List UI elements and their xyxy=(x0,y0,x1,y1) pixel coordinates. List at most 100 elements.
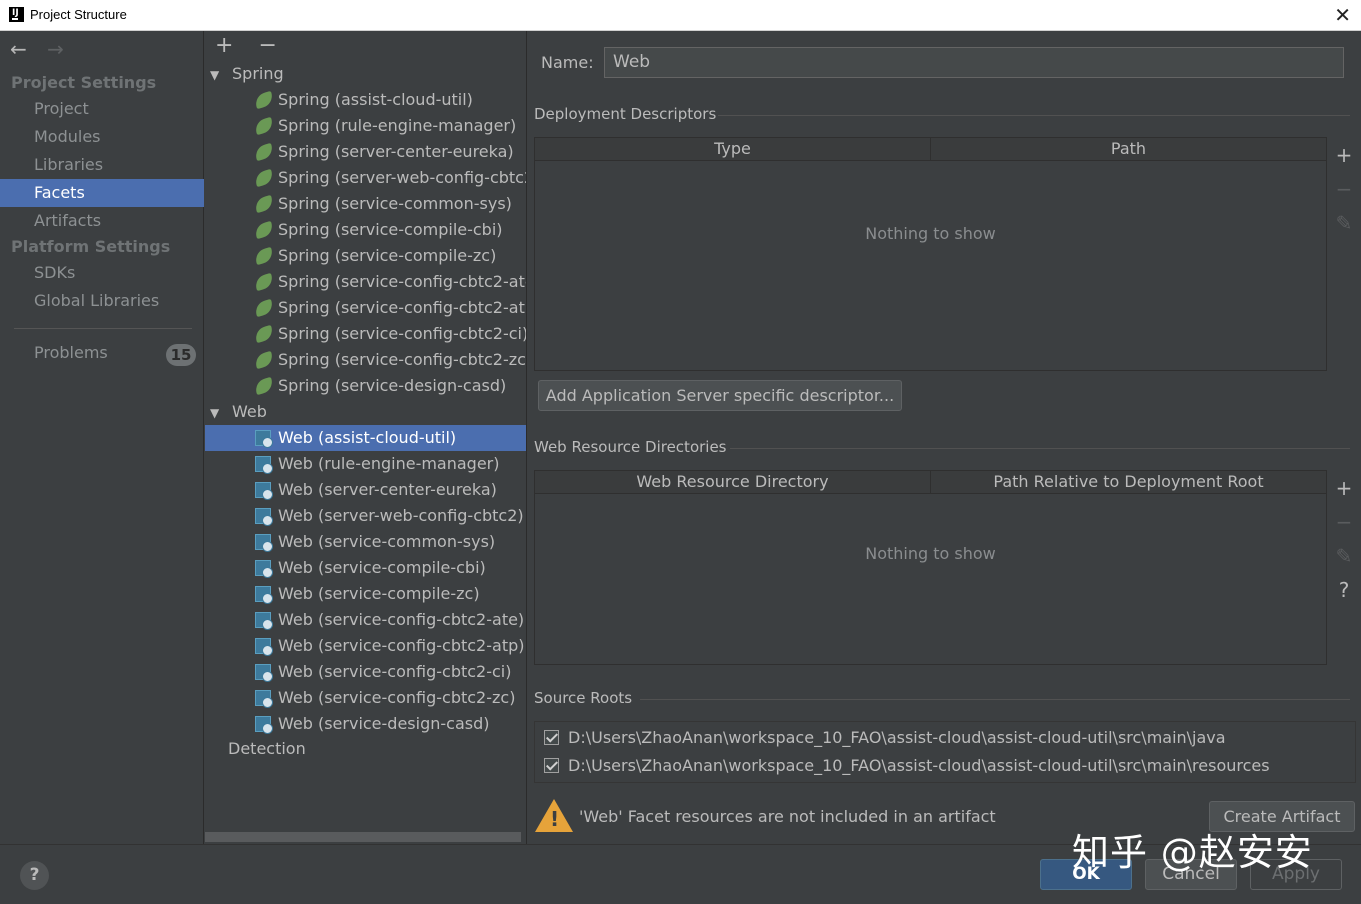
tree-item-label: Spring (service-config-cbtc2-zc) xyxy=(278,350,527,369)
detection-node[interactable]: Detection xyxy=(228,739,306,758)
edit-resource-icon[interactable]: ✎ xyxy=(1332,539,1356,573)
source-root-path: D:\Users\ZhaoAnan\workspace_10_FAO\assis… xyxy=(568,756,1270,775)
tree-toolbar: + − xyxy=(215,33,295,58)
spring-leaf-icon xyxy=(253,168,275,188)
expand-caret-icon[interactable]: ▼ xyxy=(210,400,232,426)
expand-caret-icon[interactable]: ▼ xyxy=(210,62,232,88)
tree-item[interactable]: Web (service-config-cbtc2-atp) xyxy=(205,633,526,659)
close-window-icon[interactable]: ✕ xyxy=(1334,3,1351,27)
web-facet-icon xyxy=(255,456,273,474)
spring-leaf-icon xyxy=(253,272,275,292)
tree-item[interactable]: Spring (service-config-cbtc2-zc) xyxy=(205,347,527,373)
tree-item-label: Spring (service-common-sys) xyxy=(278,194,512,213)
tree-item-label: Web (rule-engine-manager) xyxy=(278,454,500,473)
tree-item[interactable]: Spring (service-config-cbtc2-ate) xyxy=(205,269,526,295)
forward-arrow-icon[interactable]: → xyxy=(47,37,64,61)
column-type[interactable]: Type xyxy=(535,138,930,160)
spring-leaf-icon xyxy=(253,298,275,318)
source-root-checkbox[interactable] xyxy=(544,730,559,745)
spring-leaf-icon xyxy=(253,220,275,240)
tree-item[interactable]: Web (service-design-casd) xyxy=(205,711,526,737)
source-root-row[interactable]: D:\Users\ZhaoAnan\workspace_10_FAO\assis… xyxy=(544,753,1270,779)
remove-descriptor-icon[interactable]: − xyxy=(1332,172,1356,206)
add-server-descriptor-button[interactable]: Add Application Server specific descript… xyxy=(538,380,902,411)
nav-item-libraries[interactable]: Libraries xyxy=(0,151,204,179)
facet-name-field[interactable]: Web xyxy=(604,47,1344,78)
tree-item[interactable]: Spring (service-compile-zc) xyxy=(205,243,526,269)
web-facet-icon xyxy=(255,612,273,630)
tree-item-label: Spring (service-compile-zc) xyxy=(278,246,497,265)
intellij-app-icon: IJ xyxy=(9,7,24,22)
tree-item-label: Web (service-config-cbtc2-zc) xyxy=(278,688,516,707)
nav-item-artifacts[interactable]: Artifacts xyxy=(0,207,204,235)
column-web-resource-directory[interactable]: Web Resource Directory xyxy=(535,471,930,493)
tree-item[interactable]: Spring (service-design-casd) xyxy=(205,373,526,399)
tree-item[interactable]: Web (service-config-cbtc2-ate) xyxy=(205,607,526,633)
table-header: Type Path xyxy=(535,138,1326,161)
help-icon[interactable]: ? xyxy=(1332,573,1356,607)
tree-item[interactable]: Spring (server-center-eureka) xyxy=(205,139,526,165)
deployment-descriptors-table[interactable]: Type Path Nothing to show xyxy=(534,137,1327,371)
tree-item[interactable]: Web (service-compile-cbi) xyxy=(205,555,526,581)
tree-group-label: Spring xyxy=(232,64,284,83)
deployment-descriptors-header: Deployment Descriptors xyxy=(534,105,717,123)
remove-resource-icon[interactable]: − xyxy=(1332,505,1356,539)
spring-leaf-icon xyxy=(253,246,275,266)
history-arrows: ← → xyxy=(10,37,78,61)
add-resource-icon[interactable]: + xyxy=(1332,471,1356,505)
tree-item[interactable]: Spring (rule-engine-manager) xyxy=(205,113,526,139)
tree-item-label: Web (service-compile-cbi) xyxy=(278,558,486,577)
tree-group-spring[interactable]: ▼ Spring xyxy=(205,61,526,88)
web-resource-directories-table[interactable]: Web Resource Directory Path Relative to … xyxy=(534,470,1327,665)
tree-item[interactable]: Spring (assist-cloud-util) xyxy=(205,87,526,113)
back-arrow-icon[interactable]: ← xyxy=(10,37,27,61)
descriptors-side-toolbar: + − ✎ xyxy=(1332,138,1356,240)
help-button[interactable]: ? xyxy=(20,861,49,890)
spring-leaf-icon xyxy=(253,90,275,110)
nav-item-project[interactable]: Project xyxy=(0,95,204,123)
column-path-relative[interactable]: Path Relative to Deployment Root xyxy=(930,471,1326,493)
nav-item-global-libraries[interactable]: Global Libraries xyxy=(0,287,204,315)
add-facet-icon[interactable]: + xyxy=(215,33,233,58)
section-divider xyxy=(718,115,1350,116)
tree-item[interactable]: Spring (service-config-cbtc2-atp) xyxy=(205,295,527,321)
table-header: Web Resource Directory Path Relative to … xyxy=(535,471,1326,494)
tree-item[interactable]: Web (server-web-config-cbtc2) xyxy=(205,503,526,529)
tree-item[interactable]: Web (service-compile-zc) xyxy=(205,581,526,607)
tree-item[interactable]: Web (service-config-cbtc2-ci) xyxy=(205,659,526,685)
source-root-row[interactable]: D:\Users\ZhaoAnan\workspace_10_FAO\assis… xyxy=(544,725,1226,751)
tree-item[interactable]: Web (assist-cloud-util) xyxy=(205,425,526,451)
tree-item-label: Spring (rule-engine-manager) xyxy=(278,116,517,135)
window-titlebar: IJ Project Structure ✕ xyxy=(0,0,1361,31)
tree-item[interactable]: Web (rule-engine-manager) xyxy=(205,451,526,477)
web-facet-icon xyxy=(255,534,273,552)
tree-item-label: Spring (service-config-cbtc2-atp) xyxy=(278,298,527,317)
spring-leaf-icon xyxy=(253,116,275,136)
facets-tree-panel: + − ▼ Spring Spring (assist-cloud-util) Spr… xyxy=(205,31,527,844)
tree-item[interactable]: Spring (service-compile-cbi) xyxy=(205,217,526,243)
nav-item-modules[interactable]: Modules xyxy=(0,123,204,151)
tree-horizontal-scrollbar[interactable] xyxy=(205,832,521,842)
section-divider xyxy=(640,699,1350,700)
web-facet-icon xyxy=(255,716,273,734)
tree-item[interactable]: Web (service-config-cbtc2-zc) xyxy=(205,685,526,711)
tree-item[interactable]: Web (service-common-sys) xyxy=(205,529,526,555)
edit-descriptor-icon[interactable]: ✎ xyxy=(1332,206,1356,240)
tree-item[interactable]: Spring (service-common-sys) xyxy=(205,191,526,217)
add-descriptor-icon[interactable]: + xyxy=(1332,138,1356,172)
remove-facet-icon[interactable]: − xyxy=(258,33,276,58)
tree-item[interactable]: Spring (service-config-cbtc2-ci) xyxy=(205,321,526,347)
column-path[interactable]: Path xyxy=(930,138,1326,160)
empty-table-message: Nothing to show xyxy=(865,224,996,243)
source-root-checkbox[interactable] xyxy=(544,758,559,773)
nav-item-sdks[interactable]: SDKs xyxy=(0,259,204,287)
nav-item-facets[interactable]: Facets xyxy=(0,179,204,207)
tree-item[interactable]: Spring (server-web-config-cbtc2) xyxy=(205,165,526,191)
web-facet-icon xyxy=(255,690,273,708)
section-divider xyxy=(730,448,1350,449)
spring-leaf-icon xyxy=(253,142,275,162)
window-title: Project Structure xyxy=(30,7,127,22)
tree-item[interactable]: Web (server-center-eureka) xyxy=(205,477,526,503)
tree-item-label: Web (server-web-config-cbtc2) xyxy=(278,506,524,525)
tree-group-web[interactable]: ▼ Web xyxy=(205,399,526,426)
